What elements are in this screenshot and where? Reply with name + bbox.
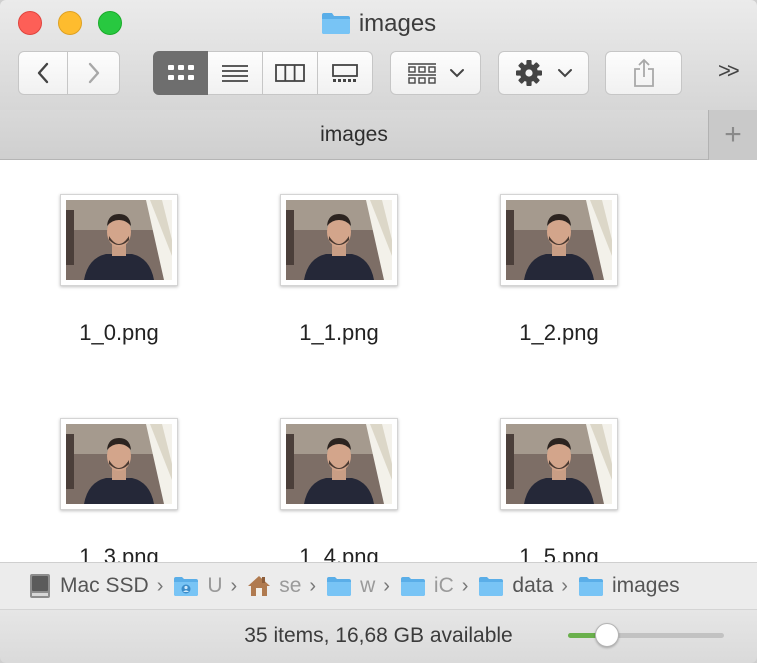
chevron-right-icon <box>88 62 99 84</box>
folder-icon <box>478 575 504 597</box>
folder-icon <box>321 13 350 34</box>
path-item-label: images <box>611 574 680 597</box>
share-button[interactable] <box>605 51 682 95</box>
new-tab-button[interactable]: + <box>708 110 757 160</box>
folder-icon <box>400 575 426 597</box>
gallery-view-button[interactable] <box>318 51 373 95</box>
photo-thumbnail-icon <box>506 200 612 280</box>
gallery-view-icon <box>332 64 358 82</box>
icon-size-slider-knob[interactable] <box>595 623 619 647</box>
group-icon <box>407 63 436 84</box>
chevron-down-icon <box>449 69 464 78</box>
chevron-right-icon: › <box>383 574 390 597</box>
photo-thumbnail-icon <box>506 424 612 504</box>
path-item-label: Mac SSD <box>60 574 149 597</box>
window-title: images <box>0 8 757 40</box>
photo-thumbnail-icon <box>286 200 392 280</box>
list-view-button[interactable] <box>208 51 263 95</box>
column-view-icon <box>275 64 305 82</box>
group-by-button[interactable] <box>390 51 481 95</box>
user-folder-icon <box>173 575 199 597</box>
file-name: 1_3.png <box>79 544 159 562</box>
window-title-text: images <box>358 10 437 37</box>
photo-thumbnail-icon <box>286 424 392 504</box>
icon-view-icon <box>167 65 194 80</box>
chevron-left-icon <box>37 62 49 84</box>
path-item[interactable]: iC <box>400 574 454 598</box>
file-grid: 1_0.png 1_1.png 1_2.png 1_3.png 1_4.png 1_5.p… <box>0 160 757 562</box>
folder-icon <box>326 575 352 597</box>
file-item[interactable]: 1_4.png <box>220 384 458 562</box>
path-item-label: data <box>512 574 554 597</box>
image-thumbnail[interactable] <box>500 418 618 510</box>
hard-drive-icon <box>28 573 52 599</box>
chevron-right-icon: › <box>309 574 317 597</box>
image-thumbnail[interactable] <box>60 418 178 510</box>
file-name: 1_0.png <box>79 320 159 345</box>
image-thumbnail[interactable] <box>60 194 178 286</box>
image-thumbnail[interactable] <box>280 194 398 286</box>
path-item[interactable]: Mac SSD <box>28 573 149 599</box>
path-item[interactable]: images <box>578 574 680 598</box>
file-name: 1_4.png <box>299 544 379 562</box>
file-item[interactable]: 1_1.png <box>220 160 458 360</box>
file-item[interactable]: 1_0.png <box>0 160 238 360</box>
back-button[interactable] <box>18 51 68 95</box>
path-item-label: U <box>207 574 223 597</box>
file-name: 1_2.png <box>519 320 599 345</box>
chevron-right-icon: › <box>230 574 238 597</box>
photo-thumbnail-icon <box>66 424 172 504</box>
column-view-button[interactable] <box>263 51 318 95</box>
path-item[interactable]: U <box>173 574 223 598</box>
file-item[interactable]: 1_3.png <box>0 384 238 562</box>
image-thumbnail[interactable] <box>280 418 398 510</box>
share-icon <box>633 58 654 87</box>
icon-view-button[interactable] <box>153 51 208 95</box>
path-item[interactable]: se <box>247 574 301 598</box>
chevron-right-icon: › <box>561 574 568 597</box>
action-button[interactable] <box>498 51 589 95</box>
file-name: 1_5.png <box>519 544 599 562</box>
chevron-right-icon: › <box>461 574 469 597</box>
path-item-label: se <box>279 574 302 597</box>
icon-size-slider[interactable] <box>568 633 724 638</box>
file-item[interactable]: 1_5.png <box>440 384 678 562</box>
path-item-label: w <box>360 574 376 597</box>
path-bar: Mac SSD › U › se › w › iC › data › images <box>0 562 757 610</box>
tab-title[interactable]: images <box>0 110 708 160</box>
list-view-icon <box>222 65 248 82</box>
chevron-down-icon <box>557 69 572 78</box>
toolbar-overflow-button[interactable]: >> <box>718 58 740 84</box>
path-item[interactable]: data <box>478 574 553 598</box>
gear-icon <box>515 60 542 86</box>
tab-bar: images + <box>0 110 757 160</box>
file-name: 1_1.png <box>299 320 379 345</box>
photo-thumbnail-icon <box>66 200 172 280</box>
path-item-label: iC <box>433 574 454 597</box>
forward-button[interactable] <box>67 51 120 95</box>
image-thumbnail[interactable] <box>500 194 618 286</box>
folder-icon <box>578 575 604 597</box>
finder-window: images >> images + 1_0.png 1_1.png 1_2.p… <box>0 0 757 663</box>
path-item[interactable]: w <box>326 574 375 598</box>
home-icon <box>247 575 271 597</box>
title-bar: images >> <box>0 0 757 111</box>
file-item[interactable]: 1_2.png <box>440 160 678 360</box>
view-mode-control <box>153 51 373 95</box>
chevron-right-icon: › <box>156 574 164 597</box>
